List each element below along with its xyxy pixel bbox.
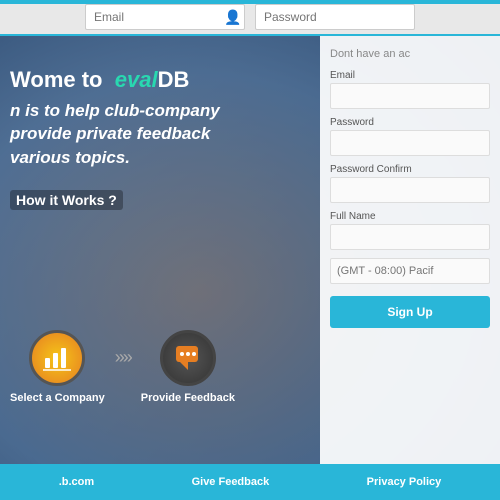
step-1-label: Select a Company [10,392,105,404]
footer-give-feedback-link[interactable]: Give Feedback [192,476,270,488]
nav-password-wrap[interactable] [255,4,415,30]
user-icon: 👤 [224,9,241,26]
tagline-line2: provide private feedback [10,124,210,143]
tagline-line1: n is to help club-company [10,101,220,120]
signup-panel: Dont have an ac Email Password Password … [320,36,500,464]
footer: .b.com Give Feedback Privacy Policy [0,464,500,500]
nav-email-input[interactable] [94,10,224,24]
brand-eval: eval [115,67,158,92]
signup-email-field: Email [330,70,490,109]
signup-confirm-label: Password Confirm [330,164,490,175]
hero-tagline: n is to help club-company provide privat… [10,99,220,170]
step-2-icon [160,330,216,386]
signup-email-input[interactable] [330,83,490,109]
step-2-label: Provide Feedback [141,392,235,404]
signup-button[interactable]: Sign Up [330,296,490,328]
step-1: Select a Company [10,330,105,404]
nav-password-input[interactable] [264,10,394,24]
footer-privacy-link[interactable]: Privacy Policy [367,476,442,488]
hero-title: Wome to evalDB [10,66,220,95]
signup-email-label: Email [330,70,490,81]
signup-fullname-input[interactable] [330,224,490,250]
signup-timezone-field [330,258,490,284]
footer-site-link[interactable]: .b.com [59,476,94,488]
hero-text-block: Wome to evalDB n is to help club-company… [10,66,220,210]
brand-db: DB [158,67,190,92]
top-navbar: 👤 [0,0,500,36]
signup-confirm-input[interactable] [330,177,490,203]
tagline-line3: various topics. [10,148,130,167]
nav-email-wrap[interactable]: 👤 [85,4,245,30]
signup-heading: Dont have an ac [330,48,490,60]
steps-row: Select a Company »» Provide Feedback [10,330,235,404]
signup-password-label: Password [330,117,490,128]
signup-password-input[interactable] [330,130,490,156]
step-2: Provide Feedback [141,330,235,404]
step-arrow: »» [105,347,141,388]
step-1-icon [29,330,85,386]
welcome-prefix: ome to [30,67,102,92]
top-cyan-bar [0,0,500,4]
signup-fullname-field: Full Name [330,211,490,250]
signup-timezone-input[interactable] [330,258,490,284]
signup-confirm-field: Password Confirm [330,164,490,203]
how-it-works-label: How it Works ? [10,190,123,210]
signup-fullname-label: Full Name [330,211,490,222]
signup-password-field: Password [330,117,490,156]
